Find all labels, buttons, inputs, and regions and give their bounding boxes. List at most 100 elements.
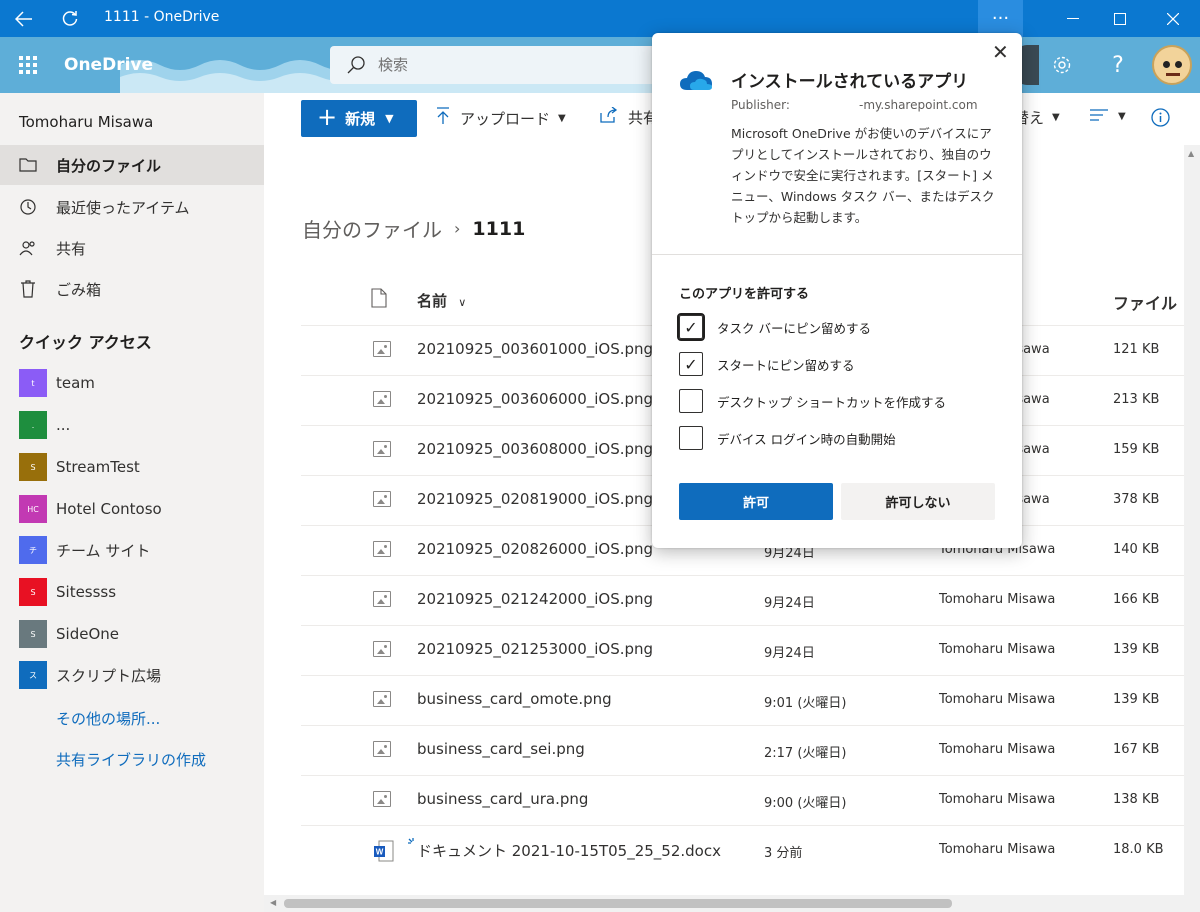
option-pin-taskbar[interactable]: ✓ タスク バーにピン留めする <box>677 313 999 341</box>
plus-icon: + <box>317 103 338 131</box>
table-row[interactable]: business_card_sei.png 2:17 (火曜日) Tomoharu … <box>301 725 1200 775</box>
modified-by: Tomoharu Misawa <box>939 592 1056 607</box>
maximize-icon[interactable] <box>1097 0 1143 37</box>
site-item-team-site[interactable]: チ チーム サイト <box>0 531 264 569</box>
site-logo: HC <box>19 495 47 523</box>
minimize-icon[interactable] <box>1050 0 1096 37</box>
image-file-icon <box>373 591 391 607</box>
site-item-streamtest[interactable]: S StreamTest <box>0 448 264 486</box>
help-icon[interactable]: ? <box>1102 49 1134 81</box>
checkbox-checked[interactable]: ✓ <box>679 352 703 376</box>
site-logo: ス <box>19 661 47 689</box>
app-launcher-button[interactable] <box>0 37 56 93</box>
refresh-icon[interactable] <box>50 0 90 37</box>
option-auto-start[interactable]: デバイス ログイン時の自動開始 <box>679 426 999 450</box>
dialog-close-icon[interactable]: ✕ <box>992 40 1009 64</box>
site-item-hotel-contoso[interactable]: HC Hotel Contoso <box>0 490 264 528</box>
horizontal-scrollbar[interactable]: ◀ <box>264 895 1200 912</box>
site-item-sideone[interactable]: S SideOne <box>0 615 264 653</box>
chevron-down-icon: ▼ <box>1118 110 1126 122</box>
back-arrow-icon[interactable] <box>4 0 44 37</box>
scroll-left-arrow-icon[interactable]: ◀ <box>270 898 276 907</box>
share-button[interactable]: 共有 <box>600 106 658 128</box>
site-item-dots[interactable]: . ... <box>0 406 264 444</box>
breadcrumb-parent[interactable]: 自分のファイル <box>302 214 442 243</box>
file-name[interactable]: 20210925_003606000_iOS.png <box>417 390 653 408</box>
chevron-down-icon: ▼ <box>558 113 566 124</box>
nav-item-shared[interactable]: 共有 <box>0 228 264 268</box>
name-column-header[interactable]: 名前 ∨ <box>417 290 466 311</box>
install-app-dialog: ✕ インストールされているアプリ Publisher: -my.sharepoi… <box>652 33 1022 548</box>
more-places-link[interactable]: その他の場所... <box>56 708 160 729</box>
upload-button[interactable]: アップロード ▼ <box>436 107 566 130</box>
site-label: スクリプト広場 <box>56 666 162 685</box>
view-options-button[interactable]: ▼ <box>1090 107 1126 125</box>
file-name[interactable]: 20210925_020826000_iOS.png <box>417 540 653 558</box>
modified-by: Tomoharu Misawa <box>939 792 1056 807</box>
image-file-icon <box>373 341 391 357</box>
onedrive-cloud-icon <box>679 69 713 95</box>
nav-item-my-files[interactable]: 自分のファイル <box>0 145 264 185</box>
close-window-icon[interactable] <box>1150 0 1196 37</box>
option-label: デバイス ログイン時の自動開始 <box>717 431 896 447</box>
modified-by: Tomoharu Misawa <box>939 742 1056 757</box>
option-label: タスク バーにピン留めする <box>717 320 871 336</box>
folder-icon <box>18 158 38 172</box>
search-input[interactable] <box>378 52 648 78</box>
breadcrumb: 自分のファイル › 1111 <box>302 214 525 243</box>
file-name[interactable]: 20210925_020819000_iOS.png <box>417 490 653 508</box>
file-name[interactable]: 20210925_021253000_iOS.png <box>417 640 653 658</box>
table-row[interactable]: business_card_ura.png 9:00 (火曜日) Tomoharu … <box>301 775 1200 825</box>
file-size: 139 KB <box>1113 642 1160 657</box>
table-row[interactable]: business_card_omote.png 9:01 (火曜日) Tomohar… <box>301 675 1200 725</box>
file-name[interactable]: ドキュメント 2021-10-15T05_25_52.docx <box>417 840 721 861</box>
file-name[interactable]: business_card_ura.png <box>417 790 588 808</box>
deny-button[interactable]: 許可しない <box>841 483 995 520</box>
file-name[interactable]: 20210925_021242000_iOS.png <box>417 590 653 608</box>
checkbox-checked[interactable]: ✓ <box>677 313 705 341</box>
publisher-label: Publisher: <box>731 98 790 112</box>
nav-item-recycle-bin[interactable]: ごみ箱 <box>0 269 264 309</box>
modified-by: Tomoharu Misawa <box>939 642 1056 657</box>
option-label: スタートにピン留めする <box>717 357 855 373</box>
checkbox-unchecked[interactable] <box>679 426 703 450</box>
svg-text:W: W <box>376 848 384 857</box>
more-options-button[interactable]: ··· <box>978 0 1023 37</box>
scroll-up-arrow-icon[interactable]: ▲ <box>1188 149 1194 158</box>
nav-label: 自分のファイル <box>56 156 162 175</box>
modified-date: 3 分前 <box>764 846 803 861</box>
table-row[interactable]: W ドキュメント 2021-10-15T05_25_52.docx 3 分前 Tomo… <box>301 825 1200 875</box>
search-box[interactable] <box>330 46 670 84</box>
word-document-icon: W <box>373 839 394 862</box>
settings-gear-icon[interactable] <box>1046 49 1078 81</box>
size-column-header[interactable]: ファイル <box>1113 290 1177 314</box>
option-pin-start[interactable]: ✓ スタートにピン留めする <box>679 352 999 376</box>
allow-button[interactable]: 許可 <box>679 483 833 520</box>
file-size: 121 KB <box>1113 342 1160 357</box>
file-name[interactable]: business_card_sei.png <box>417 740 585 758</box>
table-row[interactable]: 20210925_021242000_iOS.png 9月24日 Tomoharu … <box>301 575 1200 625</box>
create-shared-library-link[interactable]: 共有ライブラリの作成 <box>56 749 206 770</box>
option-desktop-shortcut[interactable]: デスクトップ ショートカットを作成する <box>679 389 999 413</box>
site-item-sitessss[interactable]: S Sitessss <box>0 573 264 611</box>
site-label: チーム サイト <box>56 541 151 560</box>
checkbox-unchecked[interactable] <box>679 389 703 413</box>
publisher-host: -my.sharepoint.com <box>859 98 978 112</box>
app-name[interactable]: OneDrive <box>64 55 153 75</box>
nav-item-recent[interactable]: 最近使ったアイテム <box>0 187 264 227</box>
file-type-header-icon[interactable] <box>371 288 387 312</box>
vertical-scrollbar[interactable]: ▲ <box>1184 145 1200 895</box>
chevron-down-icon: ∨ <box>458 296 467 309</box>
image-file-icon <box>373 391 391 407</box>
site-logo: S <box>19 578 47 606</box>
new-button[interactable]: + 新規 ▼ <box>301 100 417 137</box>
file-name[interactable]: 20210925_003601000_iOS.png <box>417 340 653 358</box>
table-row[interactable]: 20210925_021253000_iOS.png 9月24日 Tomoharu … <box>301 625 1200 675</box>
file-name[interactable]: business_card_omote.png <box>417 690 612 708</box>
site-item-script-hiroba[interactable]: ス スクリプト広場 <box>0 656 264 694</box>
avatar[interactable] <box>1152 45 1192 85</box>
file-name[interactable]: 20210925_003608000_iOS.png <box>417 440 653 458</box>
horizontal-scrollbar-thumb[interactable] <box>284 899 952 908</box>
info-button[interactable] <box>1151 108 1170 127</box>
site-item-team[interactable]: t team <box>0 364 264 402</box>
